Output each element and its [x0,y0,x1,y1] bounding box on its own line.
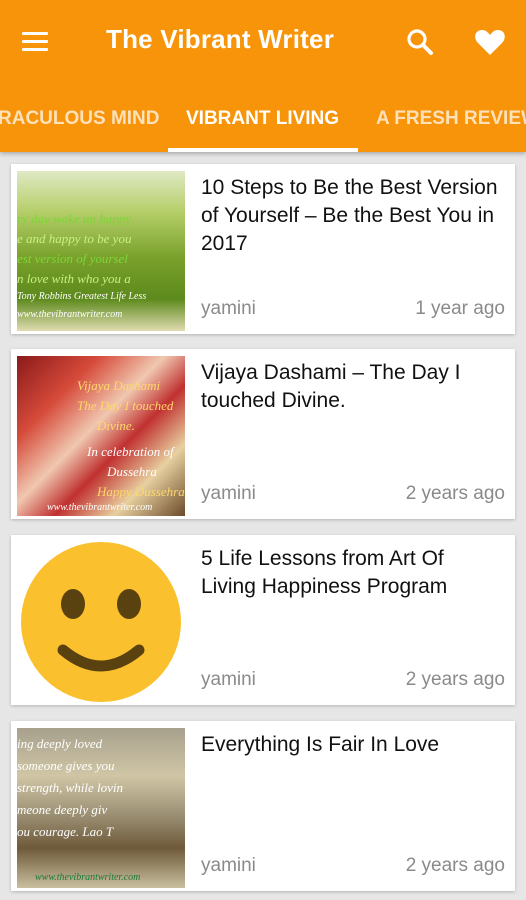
post-time: 1 year ago [415,298,505,319]
post-title: Vijaya Dashami – The Day I touched Divin… [201,361,461,412]
post-card[interactable]: ry day wake up happy e and happy to be y… [11,164,515,334]
category-tabs: RACULOUS MIND VIBRANT LIVING A FRESH REV… [0,86,526,152]
post-author: yamini [201,483,256,504]
app-title: The Vibrant Writer [106,24,335,54]
active-tab-indicator [168,148,358,152]
smiley-face-icon [21,542,181,702]
post-title: 10 Steps to Be the Best Version of Yours… [201,176,498,255]
post-card[interactable]: Vijaya Dashami The Day I touched Divine.… [11,349,515,519]
post-time: 2 years ago [405,483,505,504]
post-title: Everything Is Fair In Love [201,733,440,756]
post-time: 2 years ago [405,669,505,690]
post-author: yamini [201,855,256,876]
post-title: 5 Life Lessons from Art Of Living Happin… [201,547,448,598]
post-author: yamini [201,669,256,690]
post-thumbnail: Vijaya Dashami The Day I touched Divine.… [17,356,185,516]
app-bar: The Vibrant Writer RACULOUS MIND VIBRANT… [0,0,526,152]
tab-vibrant-living[interactable]: VIBRANT LIVING [186,108,339,130]
post-author: yamini [201,298,256,319]
search-icon[interactable] [400,22,440,62]
post-time: 2 years ago [405,855,505,876]
tab-a-fresh-review[interactable]: A FRESH REVIEW [376,108,526,130]
post-thumbnail: ry day wake up happy e and happy to be y… [17,171,185,331]
tab-miraculous-mind[interactable]: RACULOUS MIND [0,108,160,130]
post-thumbnail: ing deeply loved someone gives you stren… [17,728,185,888]
post-card[interactable]: 5 Life Lessons from Art Of Living Happin… [11,535,515,705]
heart-icon[interactable] [470,22,510,62]
hamburger-menu-icon[interactable] [20,28,50,56]
post-card[interactable]: ing deeply loved someone gives you stren… [11,721,515,891]
post-thumbnail [17,542,185,702]
toolbar: The Vibrant Writer [0,0,526,86]
